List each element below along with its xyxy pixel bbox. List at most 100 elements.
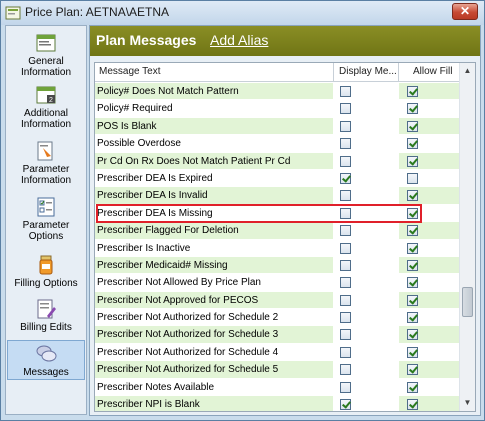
column-header-allow-fill[interactable]: Allow Fill <box>413 66 452 77</box>
sidebar: General Information 2 Additional Informa… <box>5 25 87 415</box>
table-row[interactable]: Prescriber Notes Available <box>95 378 459 397</box>
allow-fill-checkbox[interactable] <box>407 346 418 358</box>
sidebar-item-general-information[interactable]: General Information <box>7 32 85 78</box>
allow-fill-cell <box>399 309 459 326</box>
display-message-checkbox[interactable] <box>340 138 351 150</box>
add-alias-link[interactable]: Add Alias <box>210 32 268 48</box>
column-header-message-text[interactable]: Message Text <box>99 66 161 77</box>
scroll-down-arrow-icon[interactable]: ▼ <box>460 395 475 411</box>
title-bar[interactable]: Price Plan: AETNA\AETNA ✕ <box>1 1 484 25</box>
allow-fill-cell <box>399 83 459 100</box>
display-message-checkbox[interactable] <box>340 225 351 237</box>
message-text-cell: Prescriber Not Authorized for Schedule 5 <box>95 361 333 378</box>
messages-grid[interactable]: Message Text Display Me... Allow Fill Po… <box>94 62 476 412</box>
display-message-checkbox[interactable] <box>340 242 351 254</box>
display-message-checkbox[interactable] <box>340 155 351 167</box>
table-row[interactable]: POS Is Blank <box>95 117 459 136</box>
close-button[interactable]: ✕ <box>452 3 478 20</box>
vertical-scrollbar[interactable]: ▲ ▼ <box>459 63 475 411</box>
allow-fill-checkbox[interactable] <box>407 294 418 306</box>
table-row[interactable]: Prescriber Not Authorized for Schedule 2 <box>95 309 459 327</box>
svg-text:2: 2 <box>49 97 53 104</box>
allow-fill-checkbox[interactable] <box>407 399 418 411</box>
table-row[interactable]: Prescriber Medicaid# Missing <box>95 256 459 275</box>
display-message-checkbox[interactable] <box>340 381 351 393</box>
display-message-checkbox[interactable] <box>340 190 351 202</box>
message-text-cell: Prescriber Not Allowed By Price Plan <box>95 274 333 291</box>
allow-fill-checkbox[interactable] <box>407 155 418 167</box>
sidebar-item-label: Additional Information <box>20 108 72 130</box>
message-text-cell: Prescriber Notes Available <box>95 378 333 396</box>
display-message-checkbox[interactable] <box>340 329 351 341</box>
display-message-checkbox[interactable] <box>340 86 351 97</box>
table-row[interactable]: Policy# Required <box>95 100 459 118</box>
message-text-cell: Prescriber DEA Is Invalid <box>95 187 333 204</box>
display-message-cell <box>334 169 398 187</box>
table-row[interactable]: Prescriber DEA Is Invalid <box>95 187 459 205</box>
message-text-cell: Policy# Required <box>95 100 333 117</box>
display-message-checkbox[interactable] <box>340 207 351 219</box>
allow-fill-checkbox[interactable] <box>407 329 418 341</box>
allow-fill-cell <box>399 239 459 256</box>
scroll-up-arrow-icon[interactable]: ▲ <box>460 63 475 79</box>
allow-fill-checkbox[interactable] <box>407 259 418 271</box>
table-row[interactable]: Prescriber Not Authorized for Schedule 5 <box>95 361 459 379</box>
display-message-checkbox[interactable] <box>340 120 351 132</box>
table-row[interactable]: Prescriber Not Allowed By Price Plan <box>95 274 459 292</box>
display-message-checkbox[interactable] <box>340 294 351 306</box>
table-row[interactable]: Prescriber Flagged For Deletion <box>95 222 459 240</box>
allow-fill-checkbox[interactable] <box>407 364 418 376</box>
allow-fill-checkbox[interactable] <box>407 103 418 115</box>
table-row[interactable]: Possible Overdose <box>95 135 459 153</box>
sidebar-item-parameter-options[interactable]: Parameter Options <box>7 196 85 242</box>
display-message-checkbox[interactable] <box>340 277 351 289</box>
sidebar-item-messages[interactable]: Messages <box>7 340 85 380</box>
display-message-checkbox[interactable] <box>340 346 351 358</box>
table-row[interactable]: Prescriber Not Authorized for Schedule 4 <box>95 343 459 362</box>
parameter-options-icon <box>37 197 55 217</box>
filling-options-icon <box>39 255 53 275</box>
allow-fill-checkbox[interactable] <box>407 381 418 393</box>
display-message-cell <box>334 309 398 326</box>
scrollbar-thumb[interactable] <box>462 287 473 317</box>
sidebar-item-additional-information[interactable]: 2 Additional Information <box>7 84 85 130</box>
display-message-checkbox[interactable] <box>340 172 351 184</box>
display-message-checkbox[interactable] <box>340 364 351 376</box>
allow-fill-checkbox[interactable] <box>407 190 418 202</box>
display-message-cell <box>334 274 398 291</box>
column-divider[interactable] <box>333 63 334 82</box>
allow-fill-cell <box>399 117 459 135</box>
table-row[interactable]: Pr Cd On Rx Does Not Match Patient Pr Cd <box>95 152 459 170</box>
table-row[interactable]: Policy# Does Not Match Pattern <box>95 83 459 101</box>
display-message-checkbox[interactable] <box>340 312 351 324</box>
display-message-checkbox[interactable] <box>340 103 351 115</box>
table-row[interactable]: Prescriber DEA Is Expired <box>95 169 459 188</box>
sidebar-item-parameter-information[interactable]: Parameter Information <box>7 140 85 186</box>
allow-fill-checkbox[interactable] <box>407 172 418 184</box>
sidebar-item-billing-edits[interactable]: Billing Edits <box>7 298 85 333</box>
allow-fill-checkbox[interactable] <box>407 138 418 150</box>
allow-fill-checkbox[interactable] <box>407 207 418 219</box>
allow-fill-checkbox[interactable] <box>407 277 418 289</box>
column-header-display-message[interactable]: Display Me... <box>339 66 397 77</box>
display-message-checkbox[interactable] <box>340 259 351 271</box>
table-row[interactable]: Prescriber Is Inactive <box>95 239 459 257</box>
table-row[interactable]: Prescriber NPI is Blank <box>95 396 459 411</box>
table-row[interactable]: Prescriber Not Authorized for Schedule 3 <box>95 326 459 344</box>
sidebar-item-filling-options[interactable]: Filling Options <box>7 254 85 289</box>
table-row[interactable]: Prescriber Not Approved for PECOS <box>95 291 459 310</box>
panel-title: Plan Messages <box>96 32 197 48</box>
sidebar-item-label: Parameter Information <box>20 164 72 186</box>
display-message-checkbox[interactable] <box>340 399 351 411</box>
allow-fill-checkbox[interactable] <box>407 312 418 324</box>
message-text-cell: Prescriber Not Authorized for Schedule 4 <box>95 343 333 361</box>
column-divider[interactable] <box>398 63 399 82</box>
allow-fill-checkbox[interactable] <box>407 86 418 97</box>
allow-fill-checkbox[interactable] <box>407 225 418 237</box>
allow-fill-checkbox[interactable] <box>407 242 418 254</box>
display-message-cell <box>334 378 398 396</box>
table-row[interactable]: Prescriber DEA Is Missing <box>95 204 459 223</box>
display-message-cell <box>334 187 398 204</box>
allow-fill-checkbox[interactable] <box>407 120 418 132</box>
message-text-cell: Prescriber Flagged For Deletion <box>95 222 333 239</box>
